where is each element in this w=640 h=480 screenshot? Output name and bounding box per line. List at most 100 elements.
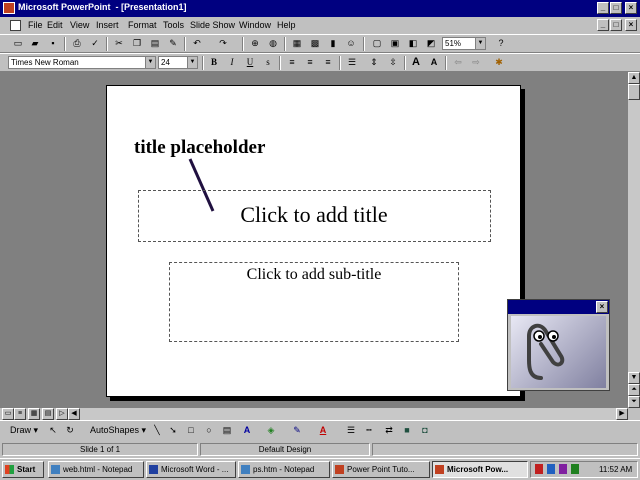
arrow-icon[interactable]: ➘ <box>166 424 180 437</box>
wordart-icon[interactable]: A <box>240 424 254 437</box>
bold-icon[interactable]: B <box>207 56 221 69</box>
clock[interactable]: 11:52 AM <box>599 462 632 477</box>
assistant-close-button[interactable]: × <box>596 301 608 313</box>
font-color-icon[interactable]: A <box>316 424 330 437</box>
redo-icon[interactable]: ↷ <box>216 37 230 50</box>
grayscale-icon[interactable]: ◩ <box>424 37 438 50</box>
close-button[interactable]: × <box>625 2 637 14</box>
slide-sorter-view-button[interactable]: ▦ <box>28 408 40 420</box>
text-box-icon[interactable]: ▤ <box>220 424 234 437</box>
vertical-scrollbar[interactable]: ▲ ▼ ⏶ ⏷ <box>628 72 640 408</box>
doc-minimize-button[interactable]: _ <box>597 19 609 31</box>
menu-help[interactable]: Help <box>277 20 296 30</box>
assistant-title-bar[interactable]: × <box>508 300 609 314</box>
normal-view-button[interactable]: ▭ <box>2 408 14 420</box>
insert-excel-icon[interactable]: ▩ <box>308 37 322 50</box>
line-color-icon[interactable]: ✎ <box>290 424 304 437</box>
scroll-left-button[interactable]: ◀ <box>68 408 80 420</box>
menu-view[interactable]: View <box>70 20 89 30</box>
maximize-button[interactable]: □ <box>610 2 622 14</box>
increase-font-icon[interactable]: A <box>409 56 423 69</box>
title-bar[interactable]: Microsoft PowerPoint - [Presentation1] _… <box>0 0 640 17</box>
line-icon[interactable]: ╲ <box>150 424 164 437</box>
menu-slide-show[interactable]: Slide Show <box>190 20 235 30</box>
task-ps-notepad[interactable]: ps.htm - Notepad <box>238 461 330 478</box>
outline-view-button[interactable]: ≡ <box>14 408 26 420</box>
shadow-style-icon[interactable]: ■ <box>400 424 414 437</box>
assistant-body[interactable] <box>511 316 606 388</box>
menu-tools[interactable]: Tools <box>163 20 184 30</box>
next-slide-button[interactable]: ⏷ <box>628 396 640 408</box>
promote-icon[interactable]: ⇦ <box>451 56 465 69</box>
doc-restore-button[interactable]: □ <box>610 19 622 31</box>
scroll-up-button[interactable]: ▲ <box>628 72 640 84</box>
new-icon[interactable]: ▭ <box>11 37 25 50</box>
tray-shield-icon[interactable] <box>559 464 567 474</box>
menu-insert[interactable]: Insert <box>96 20 119 30</box>
office-assistant-icon[interactable]: ? <box>494 37 508 50</box>
hyperlink-icon[interactable]: ⊕ <box>248 37 262 50</box>
rectangle-icon[interactable]: □ <box>184 424 198 437</box>
new-slide-icon[interactable]: ▢ <box>370 37 384 50</box>
scroll-right-button[interactable]: ▶ <box>616 408 628 420</box>
animation-effects-icon[interactable]: ✱ <box>492 56 506 69</box>
arrow-style-icon[interactable]: ⇄ <box>382 424 396 437</box>
dash-style-icon[interactable]: ┅ <box>362 424 376 437</box>
insert-clipart-icon[interactable]: ☺ <box>344 37 358 50</box>
start-button[interactable]: Start <box>2 461 44 478</box>
free-rotate-icon[interactable]: ↻ <box>63 424 77 437</box>
align-right-icon[interactable]: ≡ <box>321 56 335 69</box>
slide-show-view-button[interactable]: ▷ <box>56 408 68 420</box>
notes-view-button[interactable]: ▤ <box>42 408 54 420</box>
paperclip-icon[interactable] <box>511 316 606 388</box>
format-painter-icon[interactable]: ✎ <box>166 37 180 50</box>
font-name-select[interactable]: Times New Roman ▼ <box>8 56 156 69</box>
paste-icon[interactable]: ▤ <box>148 37 162 50</box>
fill-color-icon[interactable]: ◈ <box>264 424 278 437</box>
minimize-button[interactable]: _ <box>597 2 609 14</box>
print-icon[interactable]: ⎙ <box>70 37 84 50</box>
3d-style-icon[interactable]: ◘ <box>418 424 432 437</box>
task-word[interactable]: Microsoft Word - ... <box>146 461 236 478</box>
save-icon[interactable]: ▪ <box>46 37 60 50</box>
tray-volume-icon[interactable] <box>571 464 579 474</box>
spelling-icon[interactable]: ✓ <box>88 37 102 50</box>
chevron-down-icon[interactable]: ▼ <box>187 57 197 68</box>
shadow-icon[interactable]: s <box>261 56 275 69</box>
autoshapes-menu[interactable]: AutoShapes ▾ <box>90 425 146 436</box>
task-web-notepad[interactable]: web.html - Notepad <box>48 461 144 478</box>
task-powerpoint-tutorial[interactable]: Power Point Tuto... <box>332 461 430 478</box>
increase-spacing-icon[interactable]: ⇕ <box>367 56 381 69</box>
copy-icon[interactable]: ❐ <box>130 37 144 50</box>
task-powerpoint-active[interactable]: Microsoft Pow... <box>432 461 528 478</box>
horizontal-scrollbar[interactable]: ◀ ▶ <box>68 408 628 420</box>
bullets-icon[interactable]: ☰ <box>345 56 359 69</box>
menu-window[interactable]: Window <box>239 20 271 30</box>
previous-slide-button[interactable]: ⏶ <box>628 384 640 396</box>
tray-network-icon[interactable] <box>547 464 555 474</box>
undo-icon[interactable]: ↶ <box>190 37 204 50</box>
draw-menu[interactable]: Draw ▾ <box>10 425 38 436</box>
chevron-down-icon[interactable]: ▼ <box>145 57 155 68</box>
line-style-icon[interactable]: ☰ <box>344 424 358 437</box>
slide-layout-icon[interactable]: ▣ <box>388 37 402 50</box>
document-icon[interactable] <box>10 20 21 31</box>
chevron-down-icon[interactable]: ▼ <box>475 38 485 49</box>
menu-edit[interactable]: Edit <box>47 20 63 30</box>
apply-design-icon[interactable]: ◧ <box>406 37 420 50</box>
open-icon[interactable]: ▰ <box>28 37 42 50</box>
cut-icon[interactable]: ✂ <box>112 37 126 50</box>
menu-file[interactable]: File <box>28 20 43 30</box>
align-left-icon[interactable]: ≡ <box>285 56 299 69</box>
insert-chart-icon[interactable]: ▮ <box>326 37 340 50</box>
align-center-icon[interactable]: ≡ <box>303 56 317 69</box>
doc-close-button[interactable]: × <box>625 19 637 31</box>
office-assistant[interactable]: × <box>507 299 610 391</box>
scroll-down-button[interactable]: ▼ <box>628 372 640 384</box>
select-pointer-icon[interactable]: ↖ <box>46 424 60 437</box>
decrease-font-icon[interactable]: A <box>427 56 441 69</box>
insert-word-table-icon[interactable]: ▦ <box>290 37 304 50</box>
menu-format[interactable]: Format <box>128 20 157 30</box>
scroll-thumb[interactable] <box>628 84 640 100</box>
decrease-spacing-icon[interactable]: ⇳ <box>386 56 400 69</box>
